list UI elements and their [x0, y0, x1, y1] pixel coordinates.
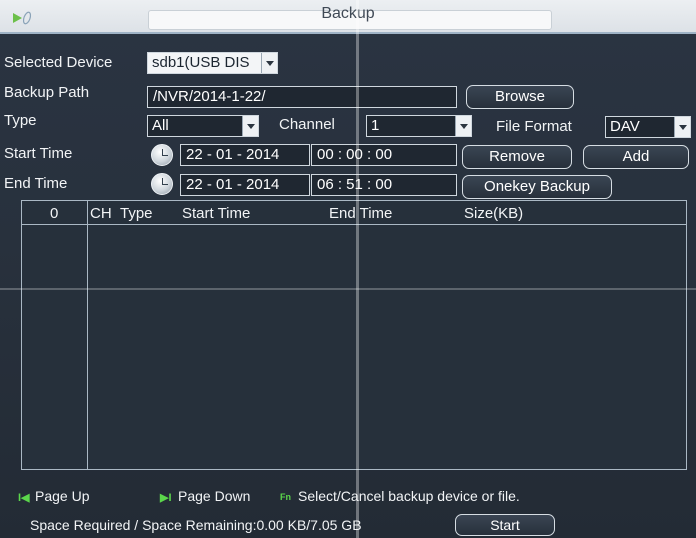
- backup-path-field[interactable]: /NVR/2014-1-22/: [147, 86, 457, 108]
- page-up-icon: I◀: [18, 492, 30, 504]
- selected-device-select[interactable]: sdb1(USB DIS: [147, 52, 278, 74]
- chevron-down-icon[interactable]: [455, 116, 471, 136]
- column-header-start-time: Start Time: [182, 205, 251, 222]
- type-label: Type: [4, 112, 37, 129]
- end-date-field[interactable]: 22 - 01 - 2014: [180, 174, 310, 196]
- type-value: All: [152, 117, 169, 134]
- table-header: 0 CH Type Start Time End Time Size(KB): [22, 201, 686, 225]
- chevron-down-icon[interactable]: [674, 117, 690, 137]
- column-header-size: Size(KB): [464, 205, 524, 222]
- window-title: Backup: [321, 5, 375, 22]
- end-time-label: End Time: [4, 175, 68, 192]
- file-format-label: File Format: [496, 118, 572, 135]
- start-time-label: Start Time: [4, 145, 73, 162]
- fn-hint-text: Select/Cancel backup device or file.: [298, 488, 520, 504]
- backup-window: Backup Selected Device sdb1(USB DIS Back…: [0, 0, 696, 538]
- type-select[interactable]: All: [147, 115, 259, 137]
- add-button[interactable]: Add: [583, 145, 689, 169]
- selected-device-label: Selected Device: [4, 54, 113, 71]
- column-divider: [87, 201, 88, 469]
- clock-icon[interactable]: [151, 144, 173, 166]
- column-header-end-time: End Time: [329, 205, 393, 222]
- space-status: Space Required / Space Remaining:0.00 KB…: [30, 517, 362, 533]
- chevron-down-icon[interactable]: [261, 53, 277, 73]
- column-header-index: 0: [50, 205, 59, 222]
- chevron-down-icon[interactable]: [242, 116, 258, 136]
- start-time-field[interactable]: 00 : 00 : 00: [311, 144, 457, 166]
- title-bar: Backup: [0, 0, 696, 34]
- end-time-field[interactable]: 06 : 51 : 00: [311, 174, 457, 196]
- channel-value: 1: [371, 117, 380, 134]
- page-down-hint[interactable]: Page Down: [178, 488, 250, 504]
- start-date-field[interactable]: 22 - 01 - 2014: [180, 144, 310, 166]
- selected-device-value: sdb1(USB DIS: [152, 54, 250, 71]
- browse-button[interactable]: Browse: [466, 85, 574, 109]
- start-button[interactable]: Start: [455, 514, 555, 536]
- column-header-type: Type: [120, 205, 153, 222]
- fn-key-icon: Fn: [280, 492, 291, 502]
- file-format-value: DAV: [610, 118, 640, 135]
- column-header-channel: CH: [90, 205, 112, 222]
- backup-file-table[interactable]: 0 CH Type Start Time End Time Size(KB): [21, 200, 687, 470]
- channel-select[interactable]: 1: [366, 115, 472, 137]
- channel-label: Channel: [279, 116, 335, 133]
- remove-button[interactable]: Remove: [462, 145, 572, 169]
- backup-path-label: Backup Path: [4, 84, 90, 101]
- page-up-hint[interactable]: Page Up: [35, 488, 89, 504]
- file-format-select[interactable]: DAV: [605, 116, 691, 138]
- page-down-icon: ▶I: [160, 492, 172, 504]
- onekey-backup-button[interactable]: Onekey Backup: [462, 175, 612, 199]
- clock-icon[interactable]: [151, 173, 173, 195]
